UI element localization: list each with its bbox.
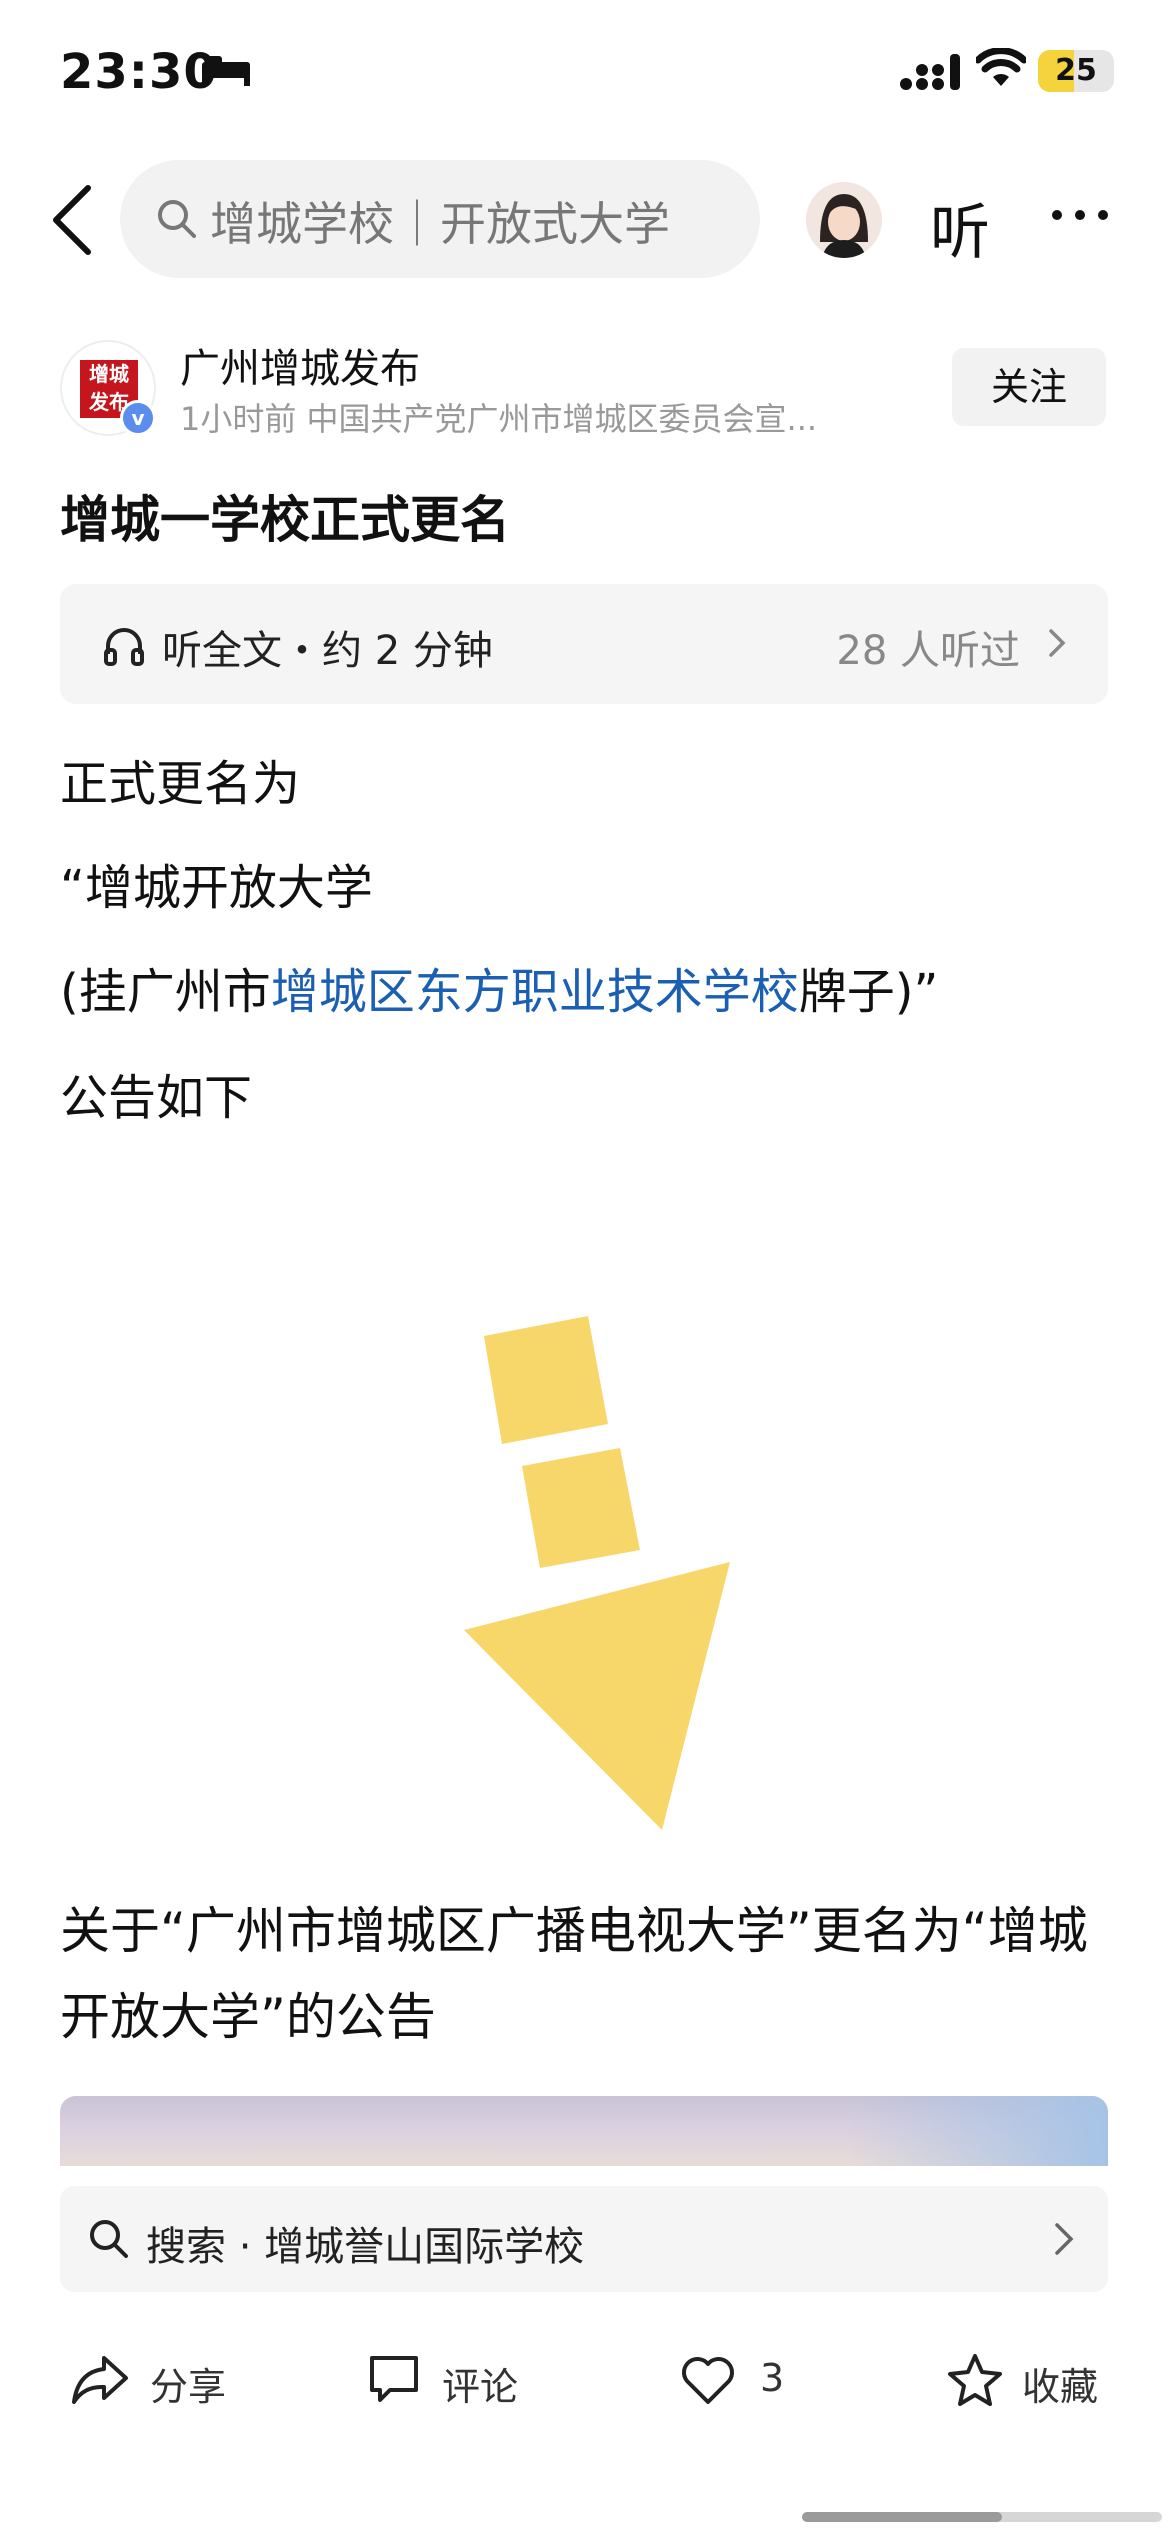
chevron-right-icon — [1049, 629, 1066, 657]
back-arrow-icon[interactable] — [44, 184, 104, 256]
search-query: 增城学校｜开放式大学 — [210, 197, 670, 251]
follow-button[interactable]: 关注 — [952, 348, 1106, 426]
down-arrow-graphic — [464, 1316, 730, 1830]
more-icon[interactable] — [1050, 208, 1110, 222]
share-icon — [72, 2356, 128, 2404]
audio-listen-count: 28 人听过 — [836, 628, 1020, 674]
article-image[interactable] — [60, 2096, 1108, 2166]
search-suggestion-text: 搜索 · 增城誉山国际学校 — [146, 2224, 585, 2270]
verified-icon: v — [120, 400, 156, 436]
status-bar: 23:30 25 — [0, 0, 1170, 150]
status-time: 23:30 — [60, 44, 218, 100]
paragraph: 正式更名为 — [60, 756, 301, 812]
like-button[interactable]: 3 — [680, 2340, 820, 2420]
wifi-icon — [976, 48, 1026, 86]
bed-icon — [202, 56, 250, 86]
paragraph: 公告如下 — [60, 1070, 253, 1126]
home-indicator — [802, 2512, 1162, 2522]
share-button[interactable]: 分享 — [70, 2340, 250, 2420]
author-meta: 1小时前 中国共产党广州市增城区委员会宣... — [180, 400, 818, 438]
top-nav: 增城学校｜开放式大学 听 — [0, 150, 1170, 290]
author-name[interactable]: 广州增城发布 — [180, 336, 420, 394]
star-icon — [948, 2354, 1002, 2406]
school-link[interactable]: 增城区东方职业技术学校 — [271, 964, 799, 1020]
comment-icon — [370, 2356, 418, 2402]
paragraph: “增城开放大学 — [60, 860, 373, 916]
paragraph-text: 牌子)” — [798, 964, 939, 1020]
author-row: 增城发布 v 广州增城发布 1小时前 中国共产党广州市增城区委员会宣... 关注 — [0, 330, 1170, 450]
listen-full-text-bar[interactable]: 听全文・约 2 分钟 28 人听过 — [60, 584, 1108, 704]
audio-label: 听全文・约 2 分钟 — [162, 628, 493, 674]
comment-label: 评论 — [442, 2365, 519, 2409]
like-count: 3 — [760, 2356, 785, 2400]
search-icon — [90, 2220, 128, 2258]
share-label: 分享 — [150, 2365, 227, 2409]
battery-level: 25 — [1055, 53, 1097, 88]
search-icon — [158, 200, 196, 238]
avatar-portrait — [806, 182, 882, 258]
search-box[interactable]: 增城学校｜开放式大学 — [120, 160, 760, 278]
bottom-action-bar: 分享 评论 3 收藏 — [0, 2320, 1170, 2440]
paragraph-with-link: (挂广州市增城区东方职业技术学校牌子)” — [60, 952, 938, 1022]
paragraph-text: (挂广州市 — [60, 964, 271, 1020]
chevron-right-icon — [1055, 2223, 1074, 2255]
search-suggestion[interactable]: 搜索 · 增城誉山国际学校 — [60, 2186, 1108, 2292]
favorite-label: 收藏 — [1022, 2365, 1099, 2409]
heart-icon — [682, 2357, 734, 2404]
signal-icon — [900, 54, 960, 90]
article-title: 增城一学校正式更名 — [60, 491, 510, 549]
headphones-icon — [104, 628, 144, 666]
favorite-button[interactable]: 收藏 — [946, 2340, 1136, 2420]
listen-button[interactable]: 听 — [930, 184, 990, 271]
announcement-heading: 关于“广州市增城区广播电视大学”更名为“增城开放大学”的公告 — [60, 1902, 1088, 2046]
battery-icon: 25 — [1038, 50, 1114, 92]
avatar[interactable] — [806, 182, 882, 258]
comment-button[interactable]: 评论 — [366, 2340, 546, 2420]
